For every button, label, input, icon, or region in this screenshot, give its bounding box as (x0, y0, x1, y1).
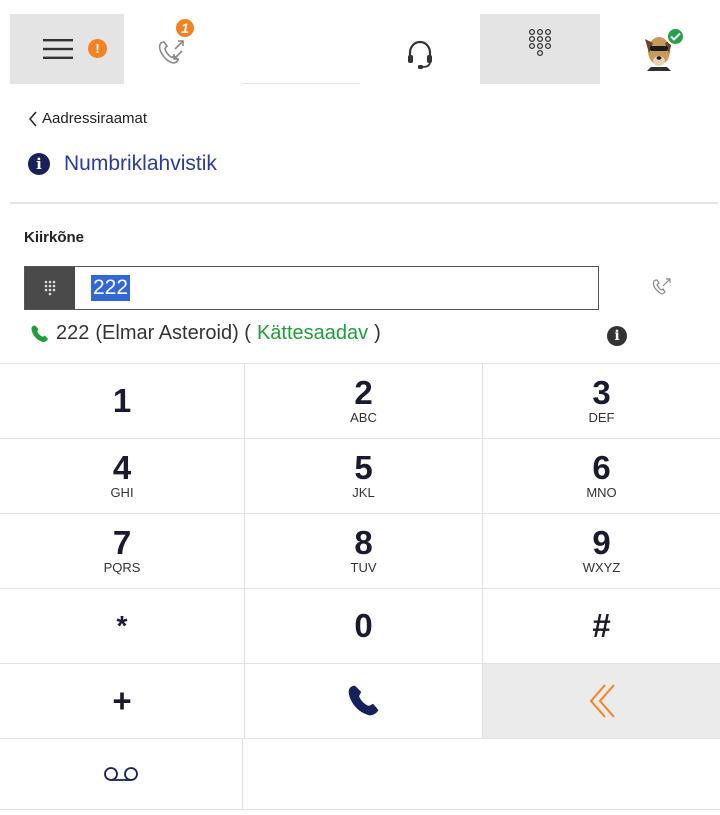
key-4[interactable]: 4 GHI (0, 438, 245, 513)
key-8[interactable]: 8 TUV (245, 513, 483, 588)
breadcrumb[interactable]: Aadressiraamat (28, 110, 147, 127)
dialpad-button[interactable] (480, 14, 600, 84)
keypad: 1 2 ABC 3 DEF 4 GHI 5 JKL 6 MNO 7 PQRS 8 TUV 9W… (0, 363, 720, 738)
quick-dial-input[interactable]: 222 (75, 267, 598, 309)
chevron-left-icon (29, 111, 37, 126)
menu-button[interactable]: ! (10, 14, 124, 84)
plus-button[interactable]: + (0, 663, 245, 738)
hamburger-menu-icon (43, 39, 73, 59)
call-button[interactable] (245, 663, 483, 738)
key-7[interactable]: 7 PQRS (0, 513, 245, 588)
key-9[interactable]: 9 WXYZ (483, 513, 720, 588)
dialpad-toggle-button[interactable] (25, 267, 75, 309)
top-bar: ! 1 (10, 14, 718, 84)
dialpad-icon (528, 28, 552, 57)
status-badge: Kättesaadav (256, 322, 369, 344)
result-close-paren: ) (374, 322, 381, 344)
headset-button[interactable] (360, 14, 480, 84)
headset-icon (408, 40, 432, 69)
voicemail-button[interactable] (0, 739, 243, 809)
calls-button[interactable]: 1 (124, 14, 242, 84)
key-3[interactable]: 3 DEF (483, 363, 720, 438)
voicemail-icon (104, 767, 138, 781)
key-0[interactable]: 0 (245, 588, 483, 663)
quick-dial-label: Kiirkõne (24, 229, 85, 246)
call-transfer-icon (158, 40, 184, 64)
breadcrumb-label: Aadressiraamat (42, 110, 148, 127)
result-number: 222 (56, 322, 90, 344)
missed-calls-badge: 1 (174, 17, 196, 39)
key-hash[interactable]: # (483, 588, 720, 663)
dialpad-small-icon (44, 280, 56, 296)
key-star[interactable]: * (0, 588, 245, 663)
backspace-button[interactable] (483, 663, 720, 738)
phone-green-icon (31, 325, 48, 342)
phone-icon (348, 685, 378, 716)
page-title-text: Numbriklahvistik (64, 152, 217, 175)
topbar-spacer (242, 14, 360, 83)
presence-available-badge (666, 27, 685, 46)
key-2[interactable]: 2 ABC (245, 363, 483, 438)
transfer-call-icon[interactable] (651, 276, 673, 298)
quick-dial-field[interactable]: 222 (24, 266, 599, 310)
key-1[interactable]: 1 (0, 363, 245, 438)
key-5[interactable]: 5 JKL (245, 438, 483, 513)
page-title: i Numbriklahvistik (28, 152, 217, 176)
quick-dial-input-value: 222 (91, 275, 131, 301)
key-6[interactable]: 6 MNO (483, 438, 720, 513)
empty-cell (243, 739, 720, 809)
backspace-icon (589, 684, 615, 718)
user-avatar-button[interactable] (600, 14, 718, 84)
divider (10, 202, 718, 204)
bottom-row (0, 738, 720, 810)
contact-result[interactable]: 222 (Elmar Asteroid) ( Kättesaadav ) (30, 322, 381, 345)
result-name: (Elmar Asteroid) ( (95, 322, 251, 344)
checkmark-icon (670, 32, 681, 41)
contact-info-icon[interactable]: i (607, 326, 627, 346)
info-icon: i (28, 153, 50, 175)
alert-badge: ! (88, 39, 107, 58)
